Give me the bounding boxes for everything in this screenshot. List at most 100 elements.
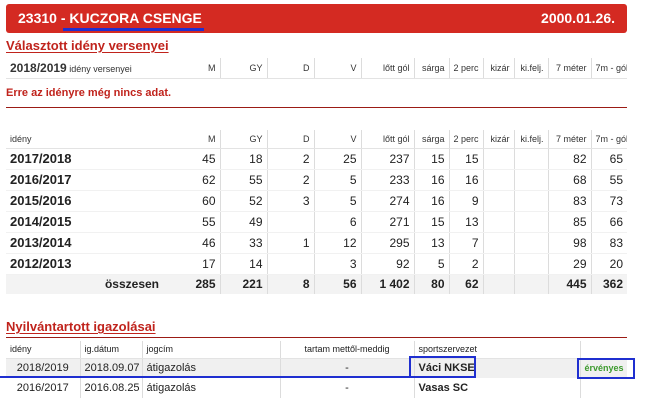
table-cell: 1 402 <box>360 273 414 294</box>
col-header: GY <box>219 58 267 79</box>
table-cell: 5 <box>413 253 449 275</box>
col-header: lőtt gól <box>360 58 414 79</box>
table-cell: 55 <box>219 169 267 191</box>
table-row: 2014/2015 55 49 6 271 15 13 85 66 <box>6 211 627 233</box>
annotation-box-club <box>409 356 476 378</box>
table-cell: 3 <box>313 253 361 275</box>
table-cell: 60 <box>163 190 220 212</box>
col-header: 7 méter <box>547 130 591 149</box>
table-cell: 3 <box>266 190 314 212</box>
table-row[interactable]: 2016/2017 2016.08.25 átigazolás - Vasas … <box>6 378 627 398</box>
table-cell: 83 <box>547 190 591 212</box>
table-cell: 8 <box>266 273 314 294</box>
season-cell: 2012/2013 <box>6 253 163 275</box>
table-cell: 15 <box>413 211 449 233</box>
table-cell <box>482 232 514 254</box>
table-cell: 9 <box>448 190 483 212</box>
season-cell: 2015/2016 <box>6 190 163 212</box>
col-header: M <box>163 58 220 79</box>
table-row: 2017/2018 45 18 2 25 237 15 15 82 65 <box>6 148 627 170</box>
table-cell <box>482 273 514 294</box>
player-name: KUCZORA CSENGE <box>69 10 202 26</box>
table-cell: 2 <box>448 253 483 275</box>
table-cell: 49 <box>219 211 267 233</box>
season-stats-table: idény M GY D V lőtt gól sárga 2 perc kiz… <box>6 130 627 294</box>
table-cell: 14 <box>219 253 267 275</box>
col-header: sárga <box>413 130 449 149</box>
no-data-message: Erre az idényre még nincs adat. <box>6 87 172 99</box>
table-cell <box>266 211 314 233</box>
table-cell: 25 <box>313 148 361 170</box>
col-header: ig.dátum <box>79 341 142 359</box>
table-cell: 17 <box>163 253 220 275</box>
table-row: 2012/2013 17 14 3 92 5 2 29 20 <box>6 253 627 275</box>
table-cell <box>482 253 514 275</box>
col-header: jogcím <box>141 341 280 359</box>
table-cell <box>513 190 548 212</box>
table-cell: 55 <box>163 211 220 233</box>
table-cell: 52 <box>219 190 267 212</box>
registrations-table: idény ig.dátum jogcím tartam mettől-medd… <box>6 341 627 398</box>
table-cell: 82 <box>547 148 591 170</box>
table-cell: 16 <box>448 169 483 191</box>
season-cell: 2017/2018 <box>6 148 163 170</box>
table-cell: 285 <box>163 273 220 294</box>
total-row: összesen 285 221 8 56 1 402 80 62 445 36… <box>6 273 627 294</box>
table-cell <box>513 211 548 233</box>
table-cell: 18 <box>219 148 267 170</box>
table-cell: 13 <box>448 211 483 233</box>
table-cell: 271 <box>360 211 414 233</box>
table-cell: 12 <box>313 232 361 254</box>
table-cell: átigazolás <box>141 378 280 398</box>
table-cell: 66 <box>590 211 627 233</box>
title-separator: - <box>60 10 66 26</box>
table-cell: 7 <box>448 232 483 254</box>
table-row[interactable]: 2018/2019 2018.09.07 átigazolás - Váci N… <box>6 358 627 378</box>
table-cell: 16 <box>413 190 449 212</box>
table-cell: 83 <box>590 232 627 254</box>
table-cell: 1 <box>266 232 314 254</box>
table-cell: 221 <box>219 273 267 294</box>
table-cell: 295 <box>360 232 414 254</box>
selected-season-label: 2018/2019 idény versenyei <box>6 58 163 79</box>
table-cell: 2018/2019 <box>6 358 80 378</box>
table-cell <box>513 253 548 275</box>
status-badge <box>579 378 627 398</box>
annotation-underline <box>0 376 410 378</box>
player-id: 23310 <box>18 10 57 26</box>
col-header: V <box>313 58 361 79</box>
total-label: összesen <box>6 273 163 294</box>
table-cell: 62 <box>163 169 220 191</box>
club-link[interactable]: Vasas SC <box>413 378 580 398</box>
table-cell: 233 <box>360 169 414 191</box>
table-cell <box>266 253 314 275</box>
col-header: 7m - gól <box>590 58 627 79</box>
col-header: V <box>313 130 361 149</box>
table-cell: 98 <box>547 232 591 254</box>
col-header: D <box>266 58 314 79</box>
col-header: kizár <box>482 58 514 79</box>
name-annotation-underline <box>63 28 204 31</box>
table-cell: 45 <box>163 148 220 170</box>
table-cell: 29 <box>547 253 591 275</box>
section-divider <box>6 107 627 108</box>
table-cell: 16 <box>413 169 449 191</box>
table-cell: 2018.09.07 <box>79 358 142 378</box>
table-cell: 237 <box>360 148 414 170</box>
col-header: kizár <box>482 130 514 149</box>
col-header: lőtt gól <box>360 130 414 149</box>
table-cell: 56 <box>313 273 361 294</box>
section-divider <box>6 337 627 338</box>
table-cell <box>482 211 514 233</box>
selected-season-title: Választott idény versenyei <box>6 38 169 53</box>
col-header: ki.felj. <box>513 58 548 79</box>
table-cell <box>482 148 514 170</box>
table-cell: 15 <box>413 148 449 170</box>
table-cell <box>513 273 548 294</box>
col-header: 2 perc <box>448 58 483 79</box>
table-cell: 13 <box>413 232 449 254</box>
table-cell: 20 <box>590 253 627 275</box>
table-cell: 2016.08.25 <box>79 378 142 398</box>
table-cell: 73 <box>590 190 627 212</box>
table-cell: 46 <box>163 232 220 254</box>
